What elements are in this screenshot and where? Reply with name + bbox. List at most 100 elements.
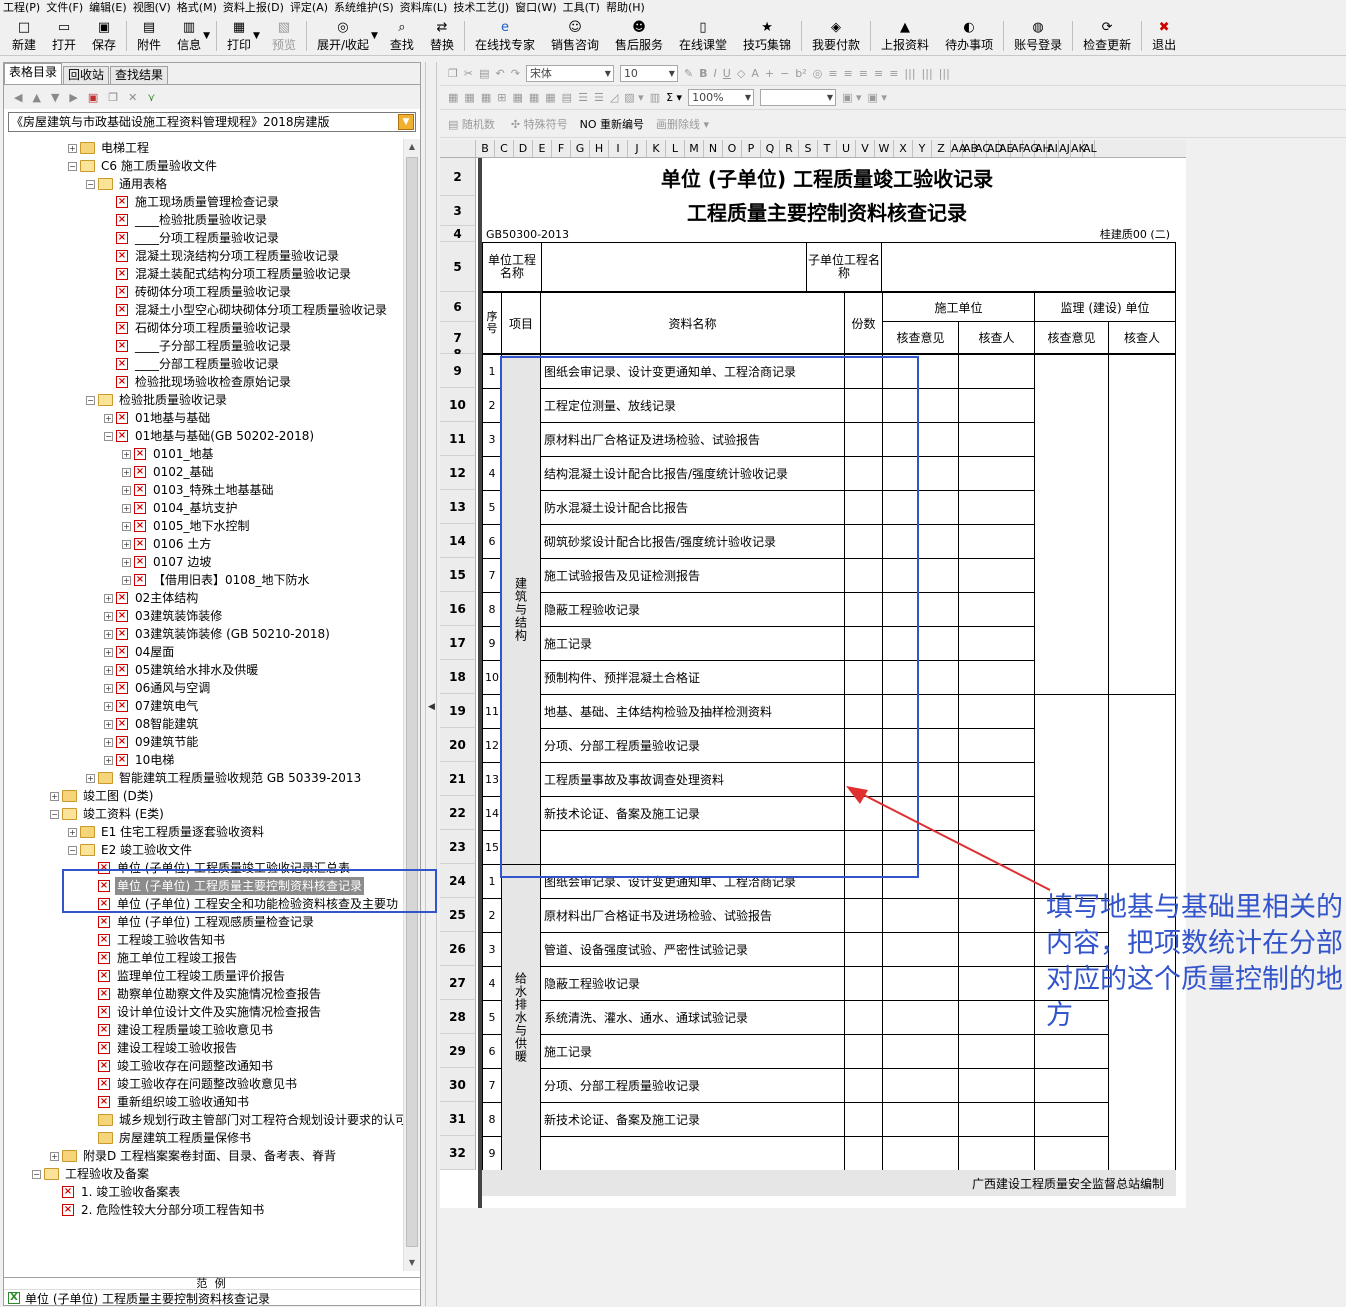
border-color-icon[interactable]: ▣ ▾: [868, 91, 887, 104]
expand-icon[interactable]: +: [104, 665, 113, 675]
dropdown-arrow-icon[interactable]: ▼: [253, 31, 260, 41]
justify-icon[interactable]: ≡: [874, 67, 883, 80]
column-header[interactable]: H: [590, 140, 609, 157]
tree-item[interactable]: + × 0101_地基: [4, 445, 404, 463]
column-header[interactable]: AI: [1047, 140, 1059, 157]
expand-icon[interactable]: +: [50, 791, 59, 801]
row-header[interactable]: 19: [440, 694, 476, 728]
tab-search-results[interactable]: 查找结果: [110, 66, 169, 84]
construction-checker-cell[interactable]: [958, 592, 1035, 627]
expand-icon[interactable]: +: [104, 413, 113, 423]
toolbar-button-exit[interactable]: ✖ 退出: [1144, 17, 1184, 55]
tree-item[interactable]: − 竣工资料 (E类): [4, 805, 404, 823]
construction-checker-cell[interactable]: [958, 1000, 1035, 1035]
tree-item[interactable]: − C6 施工质量验收文件: [4, 157, 404, 175]
row-header[interactable]: 14: [440, 524, 476, 558]
row-header[interactable]: 18: [440, 660, 476, 694]
expand-icon[interactable]: +: [122, 521, 131, 531]
construction-opinion-cell[interactable]: [882, 966, 959, 1001]
toolbar-button-find[interactable]: ⌕ 查找: [382, 17, 422, 55]
expand-icon[interactable]: +: [50, 1151, 59, 1161]
tree-item[interactable]: + × 0103_特殊土地基基础: [4, 481, 404, 499]
lock-icon[interactable]: ▤: [562, 91, 572, 104]
supervision-opinion-cell[interactable]: [1034, 1102, 1109, 1137]
tree-item[interactable]: × 重新组织竣工验收通知书: [4, 1093, 404, 1111]
italic-icon[interactable]: I: [714, 67, 717, 80]
collapse-left-icon[interactable]: ◀: [428, 702, 435, 712]
column-header[interactable]: AA: [951, 140, 966, 157]
construction-opinion-cell[interactable]: [882, 1102, 959, 1137]
barcode2-icon[interactable]: |||: [922, 67, 933, 80]
copies-cell[interactable]: [844, 1000, 883, 1035]
tree-item[interactable]: × ____子分部工程质量验收记录: [4, 337, 404, 355]
toolbar-button-attachment[interactable]: ▤ 附件: [129, 17, 169, 55]
menu-item-4[interactable]: 格式(M): [174, 0, 220, 15]
line-style-select[interactable]: ▼: [760, 89, 837, 106]
expand-icon[interactable]: +: [122, 485, 131, 495]
construction-checker-cell[interactable]: [958, 456, 1035, 491]
tree-item[interactable]: + × 【借用旧表】0108_地下防水: [4, 571, 404, 589]
eraser-icon[interactable]: ◿: [610, 91, 618, 104]
tree-item[interactable]: + × 10电梯: [4, 751, 404, 769]
special-icon[interactable]: ◎: [813, 67, 823, 80]
column-header[interactable]: L: [666, 140, 685, 157]
tree-item[interactable]: × 施工单位工程竣工报告: [4, 949, 404, 967]
construction-checker-cell[interactable]: [958, 524, 1035, 559]
tree-item[interactable]: + × 0107 边坡: [4, 553, 404, 571]
unit-name-field[interactable]: [541, 242, 807, 292]
toolbar-button-expert[interactable]: e 在线找专家: [467, 17, 543, 55]
underline-icon[interactable]: U: [723, 67, 731, 80]
supervision-opinion-cell[interactable]: [1034, 1034, 1109, 1069]
random-number-button[interactable]: ▤ 随机数: [448, 116, 495, 132]
menu-item-3[interactable]: 视图(V): [130, 0, 174, 15]
column-header[interactable]: I: [609, 140, 628, 157]
expand-icon[interactable]: +: [122, 449, 131, 459]
delete-icon[interactable]: ✕: [128, 91, 137, 104]
row-header[interactable]: 28: [440, 1000, 476, 1034]
row-header[interactable]: 23: [440, 830, 476, 864]
column-header[interactable]: S: [799, 140, 818, 157]
scroll-thumb[interactable]: [406, 157, 418, 1247]
expand-icon[interactable]: +: [104, 737, 113, 747]
font-size-select[interactable]: 10 ▼: [619, 65, 678, 82]
tree-item[interactable]: + × 07建筑电气: [4, 697, 404, 715]
tree-item[interactable]: + × 0105_地下水控制: [4, 517, 404, 535]
column-header[interactable]: T: [818, 140, 837, 157]
expand-icon[interactable]: +: [86, 773, 95, 783]
collapse-icon[interactable]: −: [50, 809, 59, 819]
toolbar-button-save-disk[interactable]: ▣ 保存: [84, 17, 124, 55]
construction-checker-cell[interactable]: [958, 1102, 1035, 1137]
expand-icon[interactable]: +: [104, 701, 113, 711]
supervision-opinion-cell[interactable]: [1034, 354, 1109, 695]
cut-icon[interactable]: ✂: [464, 67, 473, 80]
copy-icon[interactable]: ❐: [108, 91, 118, 104]
tree-item[interactable]: × 竣工验收存在问题整改验收意见书: [4, 1075, 404, 1093]
expand-icon[interactable]: +: [122, 539, 131, 549]
tree-scrollbar[interactable]: ▲ ▼: [403, 139, 420, 1271]
font-family-select[interactable]: 宋体 ▼: [525, 65, 614, 82]
row-header[interactable]: 21: [440, 762, 476, 796]
expand-icon[interactable]: +: [122, 503, 131, 513]
tree-item[interactable]: + × 02主体结构: [4, 589, 404, 607]
column-header[interactable]: AD: [987, 140, 1003, 157]
row-header[interactable]: 26: [440, 932, 476, 966]
row-header[interactable]: 10: [440, 388, 476, 422]
tree-item[interactable]: × 混凝土装配式结构分项工程质量验收记录: [4, 265, 404, 283]
split-icon[interactable]: ▦: [464, 91, 474, 104]
column-header[interactable]: R: [780, 140, 799, 157]
expand-icon[interactable]: +: [68, 827, 77, 837]
delete-row-icon[interactable]: −: [780, 67, 789, 80]
tree-item[interactable]: × 勘察单位勘察文件及实施情况检查报告: [4, 985, 404, 1003]
tree-item[interactable]: + × 06通风与空调: [4, 679, 404, 697]
copies-cell[interactable]: [844, 932, 883, 967]
toolbar-button-new-file[interactable]: □ 新建: [4, 17, 44, 55]
tree-item[interactable]: + × 0106 土方: [4, 535, 404, 553]
column-header[interactable]: E: [533, 140, 552, 157]
column-header[interactable]: Y: [913, 140, 932, 157]
construction-checker-cell[interactable]: [958, 1068, 1035, 1103]
move-up-icon[interactable]: ▲: [32, 91, 40, 104]
construction-checker-cell[interactable]: [958, 558, 1035, 593]
filter-icon[interactable]: ⋎: [147, 91, 155, 104]
paste-icon[interactable]: ▤: [479, 67, 489, 80]
construction-opinion-cell[interactable]: [882, 1000, 959, 1035]
